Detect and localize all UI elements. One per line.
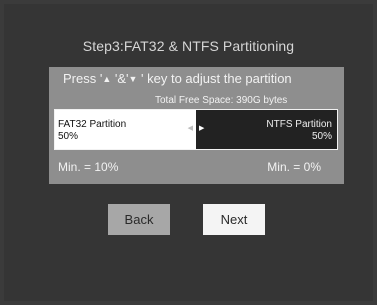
instruction-suffix: ' key to adjust the partition xyxy=(137,71,292,86)
instruction-middle: '&' xyxy=(111,71,129,86)
next-button[interactable]: Next xyxy=(203,204,265,235)
ntfs-percent: 50% xyxy=(311,131,332,142)
ntfs-minimum: Min. = 0% xyxy=(267,160,321,174)
fat32-label: FAT32 Partition xyxy=(58,119,127,130)
page-title: Step3:FAT32 & NTFS Partitioning xyxy=(82,38,295,54)
free-space-text: Total Free Space: 390G bytes xyxy=(155,95,288,106)
instruction-text: Press '▲ '&'▼ ' key to adjust the partit… xyxy=(63,71,292,86)
back-button[interactable]: Back xyxy=(108,204,170,235)
fat32-minimum: Min. = 10% xyxy=(58,160,119,174)
down-arrow-icon: ▼ xyxy=(128,74,138,84)
fat32-segment: FAT32 Partition 50% ◀ xyxy=(55,110,196,149)
partition-slider[interactable]: FAT32 Partition 50% ◀ ▶ NTFS Partition 5… xyxy=(54,109,338,150)
up-arrow-icon: ▲ xyxy=(102,74,112,84)
ntfs-label: NTFS Partition xyxy=(266,119,332,130)
partition-panel: Press '▲ '&'▼ ' key to adjust the partit… xyxy=(49,67,344,184)
left-arrow-icon: ◀ xyxy=(187,125,193,132)
ntfs-segment: ▶ NTFS Partition 50% xyxy=(196,110,337,149)
fat32-percent: 50% xyxy=(58,131,79,142)
instruction-prefix: Press ' xyxy=(63,71,103,86)
right-arrow-icon: ▶ xyxy=(199,125,205,132)
